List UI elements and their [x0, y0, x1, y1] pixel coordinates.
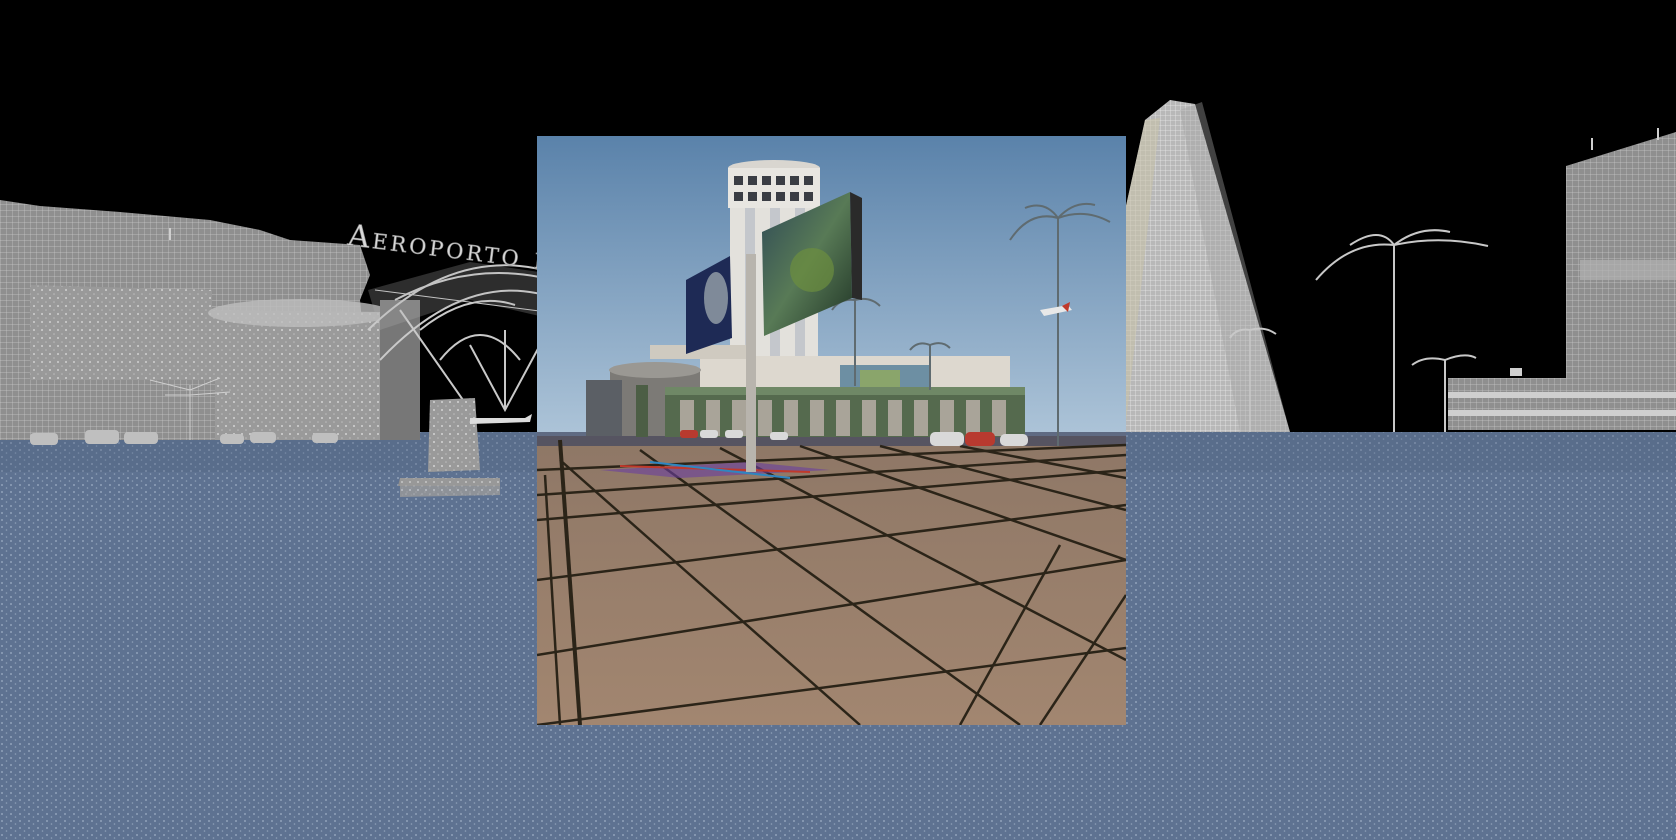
3d-viewport[interactable]: Aeroporto di Siba	[0, 0, 1676, 840]
green-arcade-terminal[interactable]	[636, 385, 1025, 437]
scene-canvas[interactable]: Aeroporto di Siba	[0, 0, 1676, 840]
